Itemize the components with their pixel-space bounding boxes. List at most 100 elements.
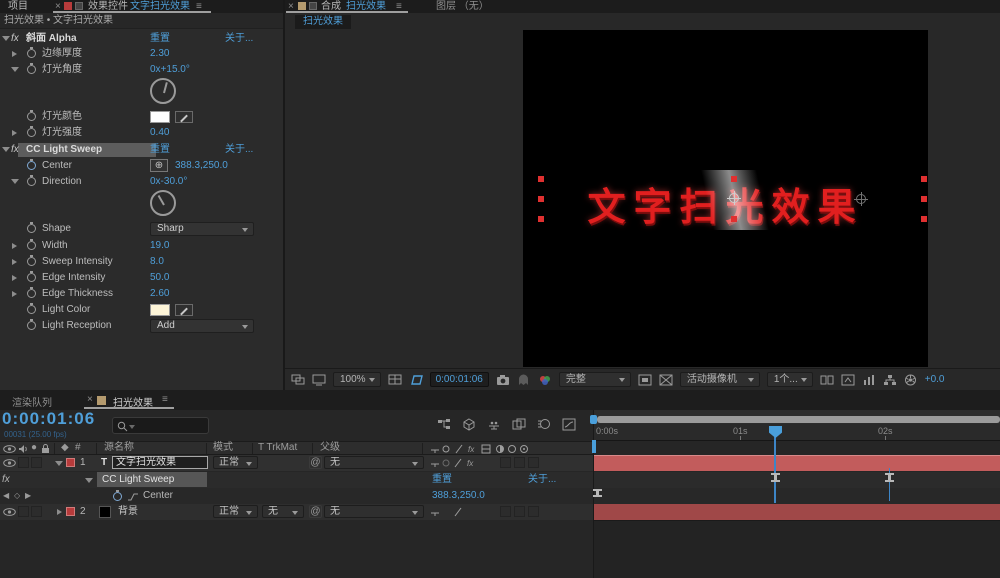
tab-layer-panel[interactable]: 图层 （无） <box>436 0 489 13</box>
show-snapshot-icon[interactable] <box>517 374 531 386</box>
shy-layers-icon[interactable] <box>487 418 501 430</box>
layer-bar-1[interactable] <box>594 455 1000 471</box>
close-icon[interactable]: × <box>87 394 93 405</box>
transparency-grid-icon[interactable] <box>659 374 673 386</box>
panel-menu-icon[interactable]: ≡ <box>162 394 168 405</box>
exposure-shutter-icon[interactable] <box>904 374 918 386</box>
layer-color-chip[interactable] <box>66 507 75 516</box>
prop-value[interactable]: 0x+15.0° <box>150 62 190 78</box>
eyedropper-icon[interactable] <box>175 304 193 316</box>
layer-row-1[interactable]: 1 T 文字扫光效果 正常 @ 无 fx <box>0 455 593 471</box>
region-of-interest-icon[interactable] <box>638 374 652 386</box>
draft-3d-icon[interactable] <box>462 418 476 430</box>
always-preview-icon[interactable] <box>291 374 305 386</box>
twirl-open-icon[interactable] <box>2 36 10 41</box>
flowchart-icon[interactable] <box>883 374 897 386</box>
prev-keyframe-icon[interactable]: ◀ <box>3 488 9 504</box>
angle-dial[interactable] <box>150 190 176 216</box>
prop-value[interactable]: 50.0 <box>150 270 169 286</box>
stopwatch-icon[interactable] <box>27 177 36 186</box>
eye-icon[interactable] <box>3 508 16 516</box>
selection-handle[interactable] <box>538 216 544 222</box>
effect-header-bevel-alpha[interactable]: fx 斜面 Alpha 重置 关于... <box>0 31 283 47</box>
composition-viewport[interactable]: 文字扫光效果 <box>523 30 928 367</box>
prop-value[interactable]: 2.60 <box>150 286 169 302</box>
selection-handle[interactable] <box>538 176 544 182</box>
add-keyframe-icon[interactable]: ◇ <box>14 488 20 504</box>
layer-switches[interactable] <box>430 507 490 517</box>
lock-icon[interactable] <box>75 2 83 10</box>
effect-header-cc-light-sweep[interactable]: fx CC Light Sweep 重置 关于... <box>0 142 283 158</box>
stopwatch-icon[interactable] <box>27 241 36 250</box>
stopwatch-icon[interactable] <box>27 65 36 74</box>
channel-rgb-icon[interactable] <box>538 374 552 386</box>
shape-dropdown[interactable]: Sharp <box>150 222 254 236</box>
twirl-open-icon[interactable] <box>85 478 93 483</box>
twirl-open-icon[interactable] <box>2 147 10 152</box>
column-source-name[interactable]: 源名称 <box>104 442 134 454</box>
navigator-start-handle[interactable] <box>590 415 597 424</box>
eye-icon[interactable] <box>3 445 16 453</box>
time-ruler[interactable]: 0:00s 01s 02s <box>594 424 1000 441</box>
parent-pickwhip-icon[interactable]: @ <box>309 505 322 518</box>
current-timecode[interactable]: 0:00:01:06 <box>2 409 95 429</box>
zoom-dropdown[interactable]: 100% <box>333 372 381 387</box>
twirl-open-icon[interactable] <box>11 179 19 184</box>
property-value[interactable]: 388.3,250.0 <box>432 488 485 504</box>
effect-name[interactable]: CC Light Sweep <box>97 472 207 487</box>
twirl-closed-icon[interactable] <box>12 130 17 136</box>
3d-view-dropdown[interactable]: 活动摄像机 <box>680 372 760 387</box>
layer-color-chip[interactable] <box>66 458 75 467</box>
time-navigator-bar[interactable] <box>597 416 1000 423</box>
about-link[interactable]: 关于... <box>528 472 556 488</box>
prop-value[interactable]: 2.30 <box>150 46 169 62</box>
selection-handle[interactable] <box>538 196 544 202</box>
property-row-center[interactable]: ◀ ◇ ▶ Center 388.3,250.0 <box>0 488 593 504</box>
audio-icon[interactable] <box>18 444 28 454</box>
selection-handle[interactable] <box>731 176 737 182</box>
index-column[interactable]: # <box>75 442 81 454</box>
selection-handle[interactable] <box>921 216 927 222</box>
resolution-dropdown[interactable]: 完整 <box>559 372 631 387</box>
fx-icon[interactable]: fx <box>11 31 19 47</box>
lock-icon[interactable] <box>41 444 50 454</box>
prop-value[interactable]: 19.0 <box>150 238 169 254</box>
reset-link[interactable]: 重置 <box>150 31 170 47</box>
keyframe-icon[interactable] <box>771 473 780 482</box>
layer-name[interactable]: 背景 <box>118 504 138 520</box>
primary-viewer-icon[interactable] <box>312 374 326 386</box>
twirl-closed-icon[interactable] <box>57 509 62 515</box>
viewer-comp-tab[interactable]: 扫光效果 <box>295 15 351 29</box>
anchor-point-icon[interactable] <box>729 193 739 203</box>
twirl-closed-icon[interactable] <box>12 51 17 57</box>
next-keyframe-icon[interactable]: ▶ <box>25 488 31 504</box>
mode-dropdown[interactable]: 正常 <box>213 505 258 518</box>
eye-icon[interactable] <box>3 459 16 467</box>
prop-value[interactable]: 0.40 <box>150 125 169 141</box>
parent-pickwhip-icon[interactable]: @ <box>309 456 322 469</box>
column-mode[interactable]: 模式 <box>213 442 233 454</box>
stopwatch-icon-active[interactable] <box>27 161 36 170</box>
stopwatch-icon[interactable] <box>27 257 36 266</box>
selection-handle[interactable] <box>921 196 927 202</box>
stopwatch-icon[interactable] <box>27 49 36 58</box>
selection-handle[interactable] <box>921 176 927 182</box>
layer-name[interactable]: 文字扫光效果 <box>112 456 208 469</box>
effect-center-icon[interactable] <box>856 194 866 204</box>
stopwatch-icon[interactable] <box>27 289 36 298</box>
search-input[interactable] <box>112 417 209 434</box>
parent-dropdown[interactable]: 无 <box>324 505 424 518</box>
keyframe-icon[interactable] <box>593 489 602 497</box>
twirl-closed-icon[interactable] <box>12 243 17 249</box>
view-layout-dropdown[interactable]: 1个... <box>767 372 813 387</box>
lock-icon[interactable] <box>309 2 317 10</box>
stopwatch-icon[interactable] <box>27 112 36 121</box>
twirl-open-icon[interactable] <box>55 461 63 466</box>
effect-name[interactable]: 斜面 Alpha <box>26 31 77 47</box>
mini-flowchart-icon[interactable] <box>437 418 451 430</box>
work-area-start[interactable] <box>592 440 596 453</box>
eyedropper-icon[interactable] <box>175 111 193 123</box>
column-trkmat[interactable]: T TrkMat <box>258 442 297 454</box>
twirl-closed-icon[interactable] <box>12 275 17 281</box>
prop-value[interactable]: 0x-30.0° <box>150 174 187 190</box>
